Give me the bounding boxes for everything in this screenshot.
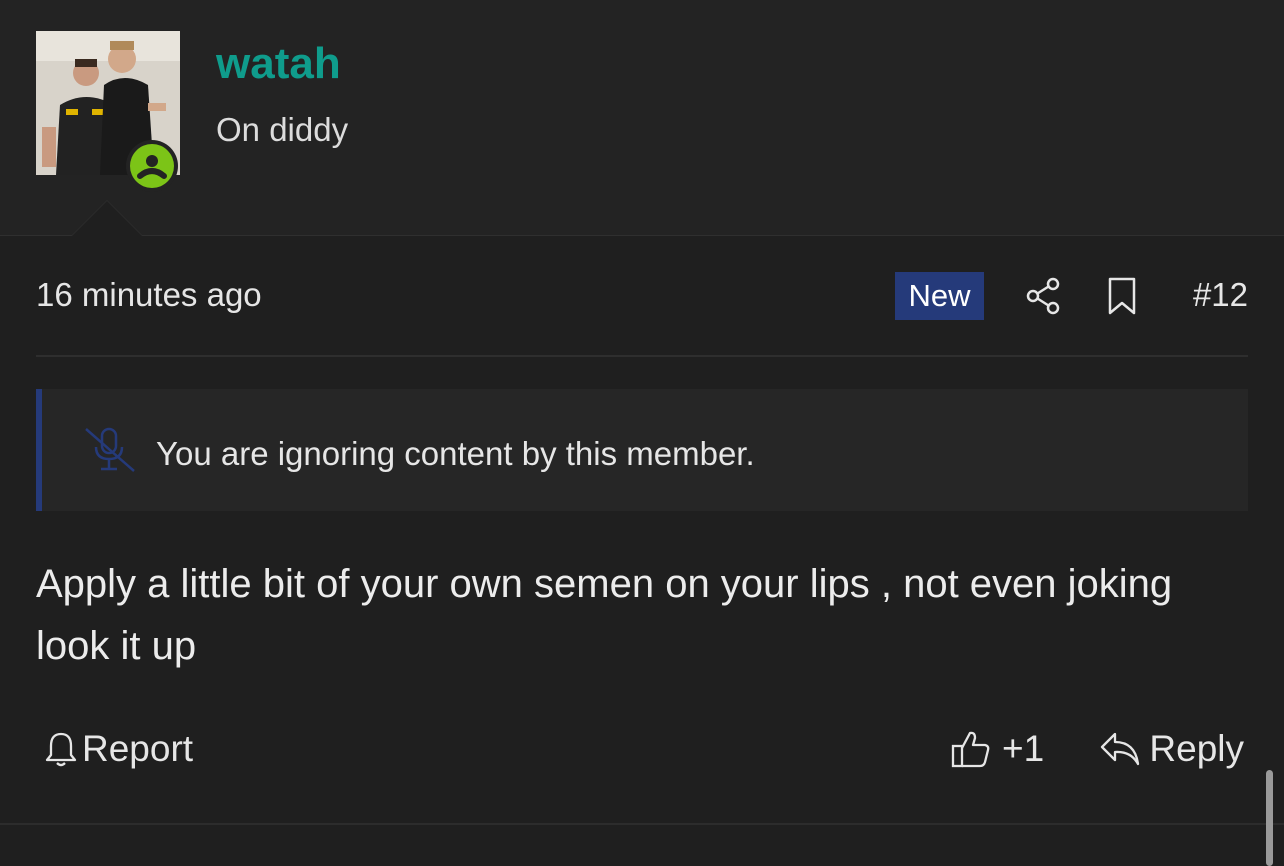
online-status-icon	[130, 144, 174, 188]
report-button[interactable]: Report	[44, 728, 193, 770]
thumbs-up-icon	[951, 731, 990, 768]
ignored-content-notice: You are ignoring content by this member.	[36, 389, 1248, 511]
post-meta-row: 16 minutes ago New #12	[36, 262, 1248, 330]
new-badge: New	[895, 272, 984, 320]
post-actions-bar: Report +1 Reply	[36, 722, 1248, 782]
username-link[interactable]: watah	[216, 40, 341, 88]
bell-icon	[45, 732, 77, 767]
like-button[interactable]: +1	[950, 728, 1044, 770]
header-notch	[72, 201, 142, 236]
bookmark-icon[interactable]	[1106, 276, 1138, 321]
user-title: On diddy	[216, 111, 349, 148]
scrollbar-thumb[interactable]	[1266, 770, 1273, 866]
online-status-badge	[126, 140, 178, 192]
ignored-notice-text: You are ignoring content by this member.	[156, 435, 755, 472]
post-bottom-divider	[0, 823, 1284, 825]
reply-label: Reply	[1149, 728, 1244, 769]
post-number-link[interactable]: #12	[1193, 276, 1248, 314]
report-label: Report	[82, 728, 194, 769]
post-author-header: watah On diddy	[0, 0, 1284, 236]
share-icon[interactable]	[1023, 276, 1063, 321]
meta-divider	[36, 355, 1248, 357]
post-message: Apply a little bit of your own semen on …	[36, 562, 1173, 668]
like-count: +1	[1002, 728, 1045, 769]
muted-microphone-icon	[82, 425, 138, 478]
reply-arrow-icon	[1101, 732, 1140, 766]
reply-button[interactable]: Reply	[1099, 728, 1244, 770]
post-timestamp[interactable]: 16 minutes ago	[36, 276, 262, 314]
